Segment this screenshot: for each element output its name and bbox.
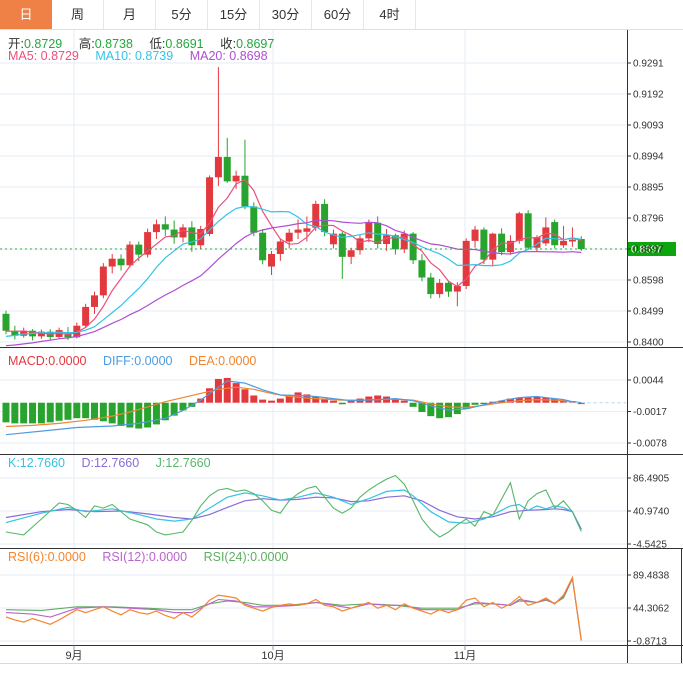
d-line — [6, 496, 581, 529]
kdj-series — [6, 476, 581, 538]
timeframe-tab-8[interactable]: 4时 — [364, 0, 416, 29]
stock-chart-app: 日周月5分15分30分60分4时 0.8697 0.9291 0.9192 0.909… — [0, 0, 683, 678]
timeframe-tab-1[interactable]: 日 — [0, 0, 52, 29]
y-axis-labels: 0.9291 0.9192 0.9093 0.8994 0.8895 0.8796 0.86… — [627, 59, 670, 648]
k-readout: K:12.7660 — [8, 456, 65, 470]
y-axis-tick-label: 0.8895 — [633, 183, 664, 194]
macd-legend: MACD:0.0000 DIFF:0.0000 DEA:0.0000 — [8, 354, 269, 368]
j-line — [6, 476, 581, 538]
ma-lines — [6, 180, 581, 346]
y-axis-tick-label: 0.9192 — [633, 90, 664, 101]
timeframe-tab-4[interactable]: 5分 — [156, 0, 208, 29]
timeframe-tab-3[interactable]: 月 — [104, 0, 156, 29]
j-readout: J:12.7660 — [156, 456, 211, 470]
y-axis-tick-label: 0.9093 — [633, 121, 664, 132]
y-axis-tick-label: 86.4905 — [633, 474, 670, 485]
d-readout: D:12.7660 — [81, 456, 139, 470]
timeframe-tabs: 日周月5分15分30分60分4时 — [0, 0, 683, 30]
ma5-readout: MA5: 0.8729 — [8, 49, 79, 63]
ma20-readout: MA20: 0.8698 — [190, 49, 268, 63]
diff-readout: DIFF:0.0000 — [103, 354, 172, 368]
ma10-readout: MA10: 0.8739 — [95, 49, 173, 63]
rsi6-readout: RSI(6):0.0000 — [8, 550, 86, 564]
x-axis-labels: 9月 10月 11月 — [65, 646, 476, 663]
rsi24-line — [6, 579, 581, 640]
y-axis-tick-label: 0.8994 — [633, 152, 664, 163]
x-axis-month-label: 9月 — [65, 650, 82, 662]
y-axis-tick-label: 0.8499 — [633, 307, 664, 318]
candlestick-series — [3, 67, 585, 341]
y-axis-tick-label: 44.3062 — [633, 604, 670, 615]
timeframe-tab-6[interactable]: 30分 — [260, 0, 312, 29]
timeframe-tab-2[interactable]: 周 — [52, 0, 104, 29]
chart-canvas[interactable]: 0.8697 0.9291 0.9192 0.9093 0.8994 0.8895 0.87… — [0, 0, 683, 678]
y-axis-tick-label: 0.8598 — [633, 276, 664, 287]
rsi-series — [6, 578, 581, 641]
y-axis-tick-label: 0.8697 — [633, 245, 664, 256]
ma-legend: MA5: 0.8729 MA10: 0.8739 MA20: 0.8698 — [8, 49, 281, 63]
ma10-line — [6, 207, 581, 337]
rsi12-line — [6, 578, 581, 640]
y-axis-tick-label: 0.8796 — [633, 214, 664, 225]
rsi24-readout: RSI(24):0.0000 — [204, 550, 289, 564]
x-axis-month-label: 11月 — [454, 650, 476, 662]
y-axis-tick-label: 0.9291 — [633, 59, 664, 70]
y-axis-tick-label: 89.4838 — [633, 571, 670, 582]
y-axis-tick-label: 40.9740 — [633, 507, 670, 518]
timeframe-tab-7[interactable]: 60分 — [312, 0, 364, 29]
rsi6-line — [6, 578, 581, 641]
kdj-legend: K:12.7660 D:12.7660 J:12.7660 — [8, 456, 224, 470]
x-axis-month-label: 10月 — [261, 650, 284, 662]
macd-readout: MACD:0.0000 — [8, 354, 87, 368]
y-axis-tick-label: -4.5425 — [633, 540, 667, 551]
macd-series — [3, 378, 627, 435]
timeframe-tab-5[interactable]: 15分 — [208, 0, 260, 29]
rsi-legend: RSI(6):0.0000 RSI(12):0.0000 RSI(24):0.0… — [8, 550, 301, 564]
y-axis-tick-label: -0.8713 — [633, 637, 667, 648]
dea-readout: DEA:0.0000 — [189, 354, 256, 368]
y-axis-tick-label: 0.8400 — [633, 338, 664, 349]
y-axis-tick-label: -0.0017 — [633, 407, 667, 418]
y-axis-tick-label: 0.0044 — [633, 376, 664, 387]
y-axis-tick-label: -0.0078 — [633, 439, 667, 450]
rsi12-readout: RSI(12):0.0000 — [102, 550, 187, 564]
